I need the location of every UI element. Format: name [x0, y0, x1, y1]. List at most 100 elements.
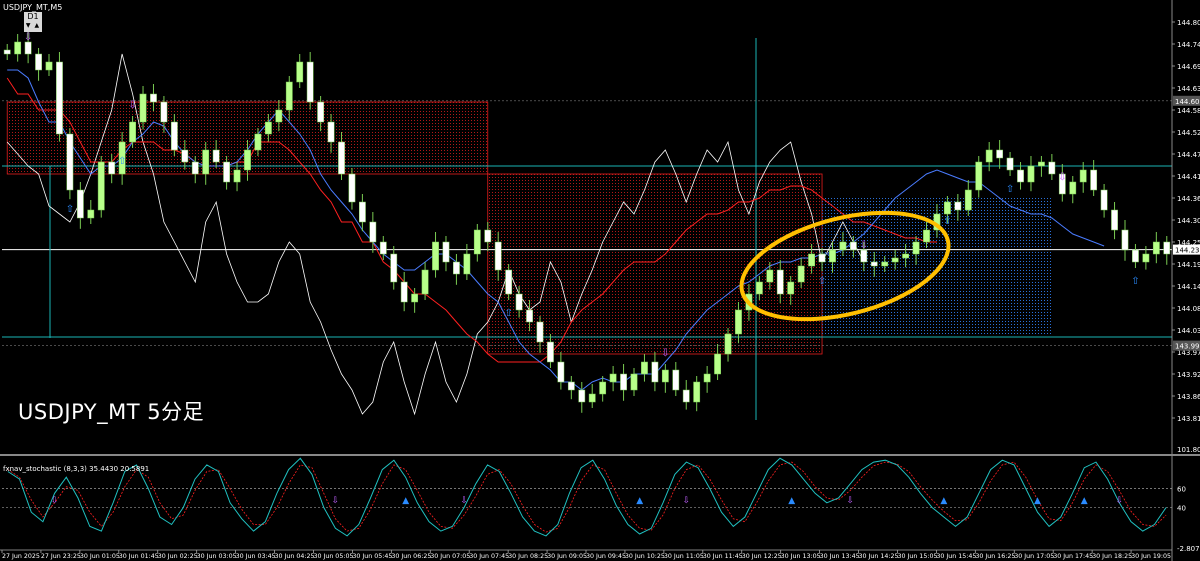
candle	[599, 381, 607, 395]
candle	[3, 49, 11, 55]
candle	[275, 109, 283, 123]
time-tick-label: 30 Jun 05:45	[352, 553, 392, 560]
time-tick-label: 30 Jun 18:25	[1092, 553, 1132, 560]
price-level-tag-label: 144.603	[1175, 98, 1200, 106]
stochastic-signal-line	[7, 461, 1167, 533]
time-tick-label: 30 Jun 19:05	[1131, 553, 1171, 560]
price-tick-label: 143.920	[1177, 371, 1200, 379]
candle	[620, 373, 627, 391]
sell-arrow-icon: ⇩	[24, 32, 32, 43]
candle	[265, 121, 272, 135]
candle	[672, 369, 680, 391]
window-separator	[0, 454, 1200, 456]
price-tick-label: 143.865	[1177, 393, 1200, 401]
time-tick-label: 30 Jun 12:25	[742, 553, 782, 560]
buy-arrow-icon: ⇧	[943, 216, 951, 227]
price-tick-label: 144.745	[1177, 41, 1200, 49]
sell-arrow-icon: ⇩	[860, 240, 868, 251]
candle	[139, 93, 147, 123]
candle	[661, 369, 669, 383]
time-tick-label: 30 Jun 17:45	[1053, 553, 1093, 560]
candle	[755, 281, 763, 295]
time-tick-label: 27 Jun 23:25	[41, 553, 81, 560]
candle	[191, 161, 199, 175]
time-tick-label: 30 Jun 04:25	[275, 553, 315, 560]
chart-title-label: USDJPY_MT 5分足	[18, 400, 205, 424]
candle	[839, 241, 847, 251]
candle	[453, 261, 460, 275]
time-tick-label: 27 Jun 2025	[2, 553, 40, 560]
candle	[808, 253, 815, 267]
time-tick-label: 30 Jun 16:25	[975, 553, 1015, 560]
time-tick-label: 30 Jun 06:25	[391, 553, 431, 560]
candle	[536, 321, 544, 343]
price-tick-label: 144.635	[1177, 85, 1200, 93]
stochastic-sell-marker-icon: ⇩	[1116, 496, 1124, 506]
candle	[964, 189, 972, 211]
time-tick-label: 30 Jun 15:45	[936, 553, 976, 560]
time-tick-label: 30 Jun 01:05	[80, 553, 120, 560]
candle	[693, 381, 701, 403]
stochastic-buy-marker-icon: ▲	[1034, 496, 1041, 506]
sell-arrow-icon: ⇩	[1058, 172, 1066, 183]
price-level-tag-label: 143.991	[1175, 343, 1200, 351]
price-axis: 144.800 144.745 144.690 144.635 144.580 144.5…	[1171, 0, 1200, 561]
stochastic-sell-marker-icon: ⇩	[332, 496, 340, 506]
price-tick-label: 144.800	[1177, 19, 1200, 27]
stochastic-sell-marker-icon: ⇩	[51, 496, 59, 506]
candle	[797, 265, 805, 283]
buy-arrow-icon: ⇧	[1006, 184, 1014, 195]
candle	[432, 241, 439, 271]
time-tick-label: 30 Jun 02:25	[158, 553, 198, 560]
candle	[1142, 253, 1150, 263]
stochastic-axis-label: 60	[1177, 486, 1186, 494]
candle	[66, 133, 74, 191]
candle	[735, 309, 742, 335]
candle	[776, 269, 784, 295]
candle	[390, 253, 398, 283]
candle	[818, 253, 826, 263]
candle	[985, 149, 993, 163]
buy-arrow-icon: ⇧	[118, 156, 126, 167]
candle	[526, 309, 533, 323]
candle	[35, 53, 42, 71]
time-tick-label: 30 Jun 03:45	[236, 553, 276, 560]
stochastic-buy-marker-icon: ▲	[402, 496, 409, 506]
candle	[317, 101, 325, 123]
price-tick-label: 144.580	[1177, 107, 1200, 115]
price-tick-label: 144.085	[1177, 305, 1200, 313]
candle	[1027, 165, 1035, 183]
candle	[494, 241, 502, 271]
candle	[348, 173, 356, 203]
candle	[327, 121, 335, 143]
stochastic-buy-marker-icon: ▲	[1081, 496, 1088, 506]
candle	[1038, 161, 1045, 167]
price-tick-label: 144.360	[1177, 195, 1200, 203]
candle	[1090, 169, 1098, 191]
candle	[944, 201, 951, 215]
candle	[609, 373, 617, 383]
stochastic-buy-marker-icon: ▲	[940, 496, 947, 506]
candle	[45, 61, 53, 71]
time-tick-label: 30 Jun 09:45	[586, 553, 626, 560]
candle	[76, 189, 84, 219]
candle	[244, 149, 251, 171]
candle	[1132, 249, 1139, 263]
candle	[296, 61, 304, 83]
chart-canvas[interactable]: ⇧ ⇧ ⇧ ⇧ ⇧ ⇧ ⇧ ⇩ ⇩ ⇩ ⇩ ⇩ 144.800 144.745 144.690 144.63…	[0, 0, 1200, 561]
candle	[369, 221, 377, 243]
candle	[212, 149, 220, 163]
candle	[588, 393, 596, 403]
stochastic-axis-label: 101.8012	[1177, 446, 1200, 454]
candle	[923, 229, 930, 243]
candle	[547, 341, 554, 363]
candle	[912, 241, 920, 255]
time-axis: 27 Jun 2025 27 Jun 23:2530 Jun 01:05 30 Ju…	[0, 549, 1172, 560]
candle	[338, 141, 345, 175]
stochastic-sell-marker-icon: ⇩	[846, 496, 854, 506]
candle	[1069, 181, 1077, 195]
time-tick-label: 30 Jun 15:05	[897, 553, 937, 560]
candle	[56, 61, 63, 135]
candle	[14, 41, 22, 55]
time-tick-label: 30 Jun 17:05	[1014, 553, 1054, 560]
